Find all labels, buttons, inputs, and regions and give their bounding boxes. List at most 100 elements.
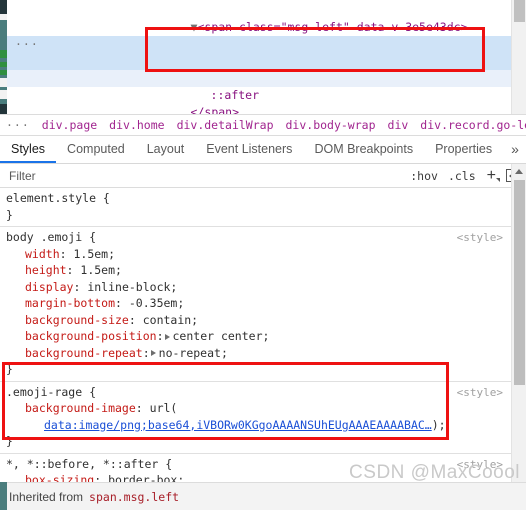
rule-close-brace: }: [6, 207, 13, 222]
sliver-chip: [0, 62, 7, 67]
declaration-background-image[interactable]: background-image: url(: [0, 400, 511, 417]
inherited-from-label: Inherited from: [9, 489, 84, 504]
breadcrumb-item-div-record-go-left[interactable]: div.record.go-left: [414, 118, 526, 132]
rule-close-brace: }: [6, 434, 13, 448]
expand-ellipsis-badge[interactable]: ···: [15, 36, 39, 53]
sidebar-tab-bar[interactable]: Styles Computed Layout Event Listeners D…: [0, 136, 526, 164]
chevron-down-icon[interactable]: [496, 177, 500, 182]
declaration-box-sizing[interactable]: box-sizing: border-box;: [0, 472, 511, 482]
declaration-separator: :: [59, 246, 74, 261]
dom-row-selected[interactable]: ··· <span class="emoji emoji-rage" title…: [7, 36, 526, 85]
declaration-height[interactable]: height: 1.5em;: [0, 262, 511, 279]
declaration-background-repeat[interactable]: background-repeat: no-repeat;: [0, 345, 511, 362]
sliver-chip: [0, 0, 7, 14]
data-uri-link[interactable]: data:image/png;base64,iVBORw0KGgoAAAANSU…: [44, 418, 432, 432]
declaration-display[interactable]: display: inline-block;: [0, 279, 511, 296]
declaration-property[interactable]: background-repeat: [25, 346, 143, 360]
declaration-background-size[interactable]: background-size: contain;: [0, 312, 511, 329]
cls-toggle-button[interactable]: .cls: [443, 169, 481, 183]
dom-row-pseudo[interactable]: ::after: [7, 70, 526, 102]
tab-computed[interactable]: Computed: [56, 136, 136, 163]
style-rule-body-emoji[interactable]: <style> body .emoji { width: 1.5em; heig…: [0, 227, 511, 382]
declaration-value[interactable]: contain;: [143, 313, 198, 327]
sliver-chip: [0, 14, 7, 20]
breadcrumb-item-div-home[interactable]: div.home: [103, 118, 170, 132]
rule-selector[interactable]: body .emoji {: [0, 229, 511, 246]
expand-shorthand-icon[interactable]: [164, 333, 170, 340]
tab-layout[interactable]: Layout: [136, 136, 196, 163]
devtools-screenshot: ▼<span class="msg left" data-v-3e5e43dc>…: [0, 0, 526, 510]
declaration-separator: :: [128, 312, 143, 327]
breadcrumb-item-div-page[interactable]: div.page: [36, 118, 103, 132]
scrollbar-thumb[interactable]: [514, 180, 525, 385]
declaration-property[interactable]: box-sizing: [25, 473, 94, 482]
sliver-chip: [0, 90, 7, 99]
breadcrumb-item-div[interactable]: div: [382, 118, 415, 132]
filter-input[interactable]: [0, 163, 406, 188]
declaration-property[interactable]: height: [25, 263, 67, 277]
new-style-rule-button[interactable]: +: [481, 166, 500, 184]
declaration-margin-bottom[interactable]: margin-bottom: -0.35em;: [0, 295, 511, 312]
rule-origin-link[interactable]: <style>: [457, 385, 503, 402]
declaration-property[interactable]: background-size: [25, 313, 129, 327]
expand-shorthand-icon[interactable]: [150, 350, 156, 356]
declaration-property[interactable]: background-image: [25, 401, 136, 415]
breadcrumb[interactable]: ··· div.page div.home div.detailWrap div…: [0, 114, 526, 136]
dom-row[interactable]: ▼<span class="msg left" data-v-3e5e43dc>: [7, 2, 526, 34]
declaration-property[interactable]: background-position: [25, 329, 157, 343]
inherited-from-selector[interactable]: span.msg.left: [83, 490, 179, 504]
declaration-separator: :: [94, 473, 109, 482]
styles-rules-pane[interactable]: element.style { } <style> body .emoji { …: [0, 188, 511, 482]
declaration-property[interactable]: margin-bottom: [25, 296, 115, 310]
sliver-chip: [0, 50, 7, 58]
tab-styles[interactable]: Styles: [0, 136, 57, 163]
sliver-chip: [0, 78, 7, 87]
breadcrumb-overflow-left[interactable]: ···: [0, 118, 36, 132]
tab-dom-breakpoints[interactable]: DOM Breakpoints: [303, 136, 424, 163]
hov-toggle-button[interactable]: :hov: [405, 169, 443, 183]
rule-selector[interactable]: element.style {: [0, 190, 511, 207]
declaration-separator: :: [156, 329, 164, 343]
breadcrumb-item-div-detailwrap[interactable]: div.detailWrap: [171, 118, 280, 132]
declaration-value[interactable]: url(: [150, 401, 178, 415]
declaration-property[interactable]: width: [25, 247, 60, 261]
declaration-value[interactable]: 1.5em;: [80, 263, 122, 277]
declaration-value[interactable]: -0.35em;: [129, 296, 184, 310]
rule-selector[interactable]: *, *::before, *::after {: [0, 456, 511, 473]
tab-overflow-chevron-icon[interactable]: »: [503, 136, 526, 163]
style-rule-element-style[interactable]: element.style { }: [0, 188, 511, 227]
declaration-width[interactable]: width: 1.5em;: [0, 246, 511, 263]
plus-icon: +: [486, 166, 496, 184]
rule-origin-link[interactable]: <style>: [457, 230, 503, 247]
footer-edge-sliver: [0, 482, 7, 510]
dom-row[interactable]: "好的 ": [7, 19, 526, 51]
declaration-separator: :: [115, 296, 129, 310]
declaration-value[interactable]: inline-block;: [87, 280, 177, 294]
declaration-value[interactable]: 1.5em;: [73, 247, 115, 261]
rule-selector[interactable]: .emoji-rage {: [0, 384, 511, 401]
styles-scrollbar[interactable]: [511, 164, 526, 482]
declaration-separator: :: [73, 279, 88, 294]
style-rule-universal[interactable]: <style> *, *::before, *::after { box-siz…: [0, 453, 511, 482]
rule-origin-link[interactable]: <style>: [457, 457, 503, 474]
url-close-paren: );: [431, 417, 446, 432]
declaration-value-url-line[interactable]: data:image/png;base64,iVBORw0KGgoAAAANSU…: [0, 417, 511, 434]
tab-properties[interactable]: Properties: [424, 136, 503, 163]
declaration-separator: :: [142, 345, 150, 360]
sliver-chip: [0, 104, 7, 114]
declaration-value[interactable]: border-box;: [108, 473, 184, 482]
breadcrumb-item-div-body-wrap[interactable]: div.body-wrap: [280, 118, 382, 132]
style-rule-emoji-rage[interactable]: <style> .emoji-rage { background-image: …: [0, 381, 511, 454]
declaration-value[interactable]: no-repeat;: [159, 346, 228, 360]
scrollbar-thumb[interactable]: [514, 0, 525, 22]
tab-event-listeners[interactable]: Event Listeners: [195, 136, 303, 163]
declaration-property[interactable]: display: [25, 280, 73, 294]
dom-row-selected[interactable]: </span> == $0: [7, 53, 526, 85]
sliver-chip: [0, 70, 7, 75]
declaration-background-position[interactable]: background-position: center center;: [0, 328, 511, 345]
declaration-value[interactable]: center center;: [173, 329, 270, 343]
inherited-from-footer: Inherited from span.msg.left: [0, 482, 526, 510]
chevron-up-icon[interactable]: [515, 169, 523, 174]
dom-row[interactable]: </span>: [7, 87, 526, 119]
styles-filter-toolbar[interactable]: :hov .cls +: [0, 163, 526, 188]
